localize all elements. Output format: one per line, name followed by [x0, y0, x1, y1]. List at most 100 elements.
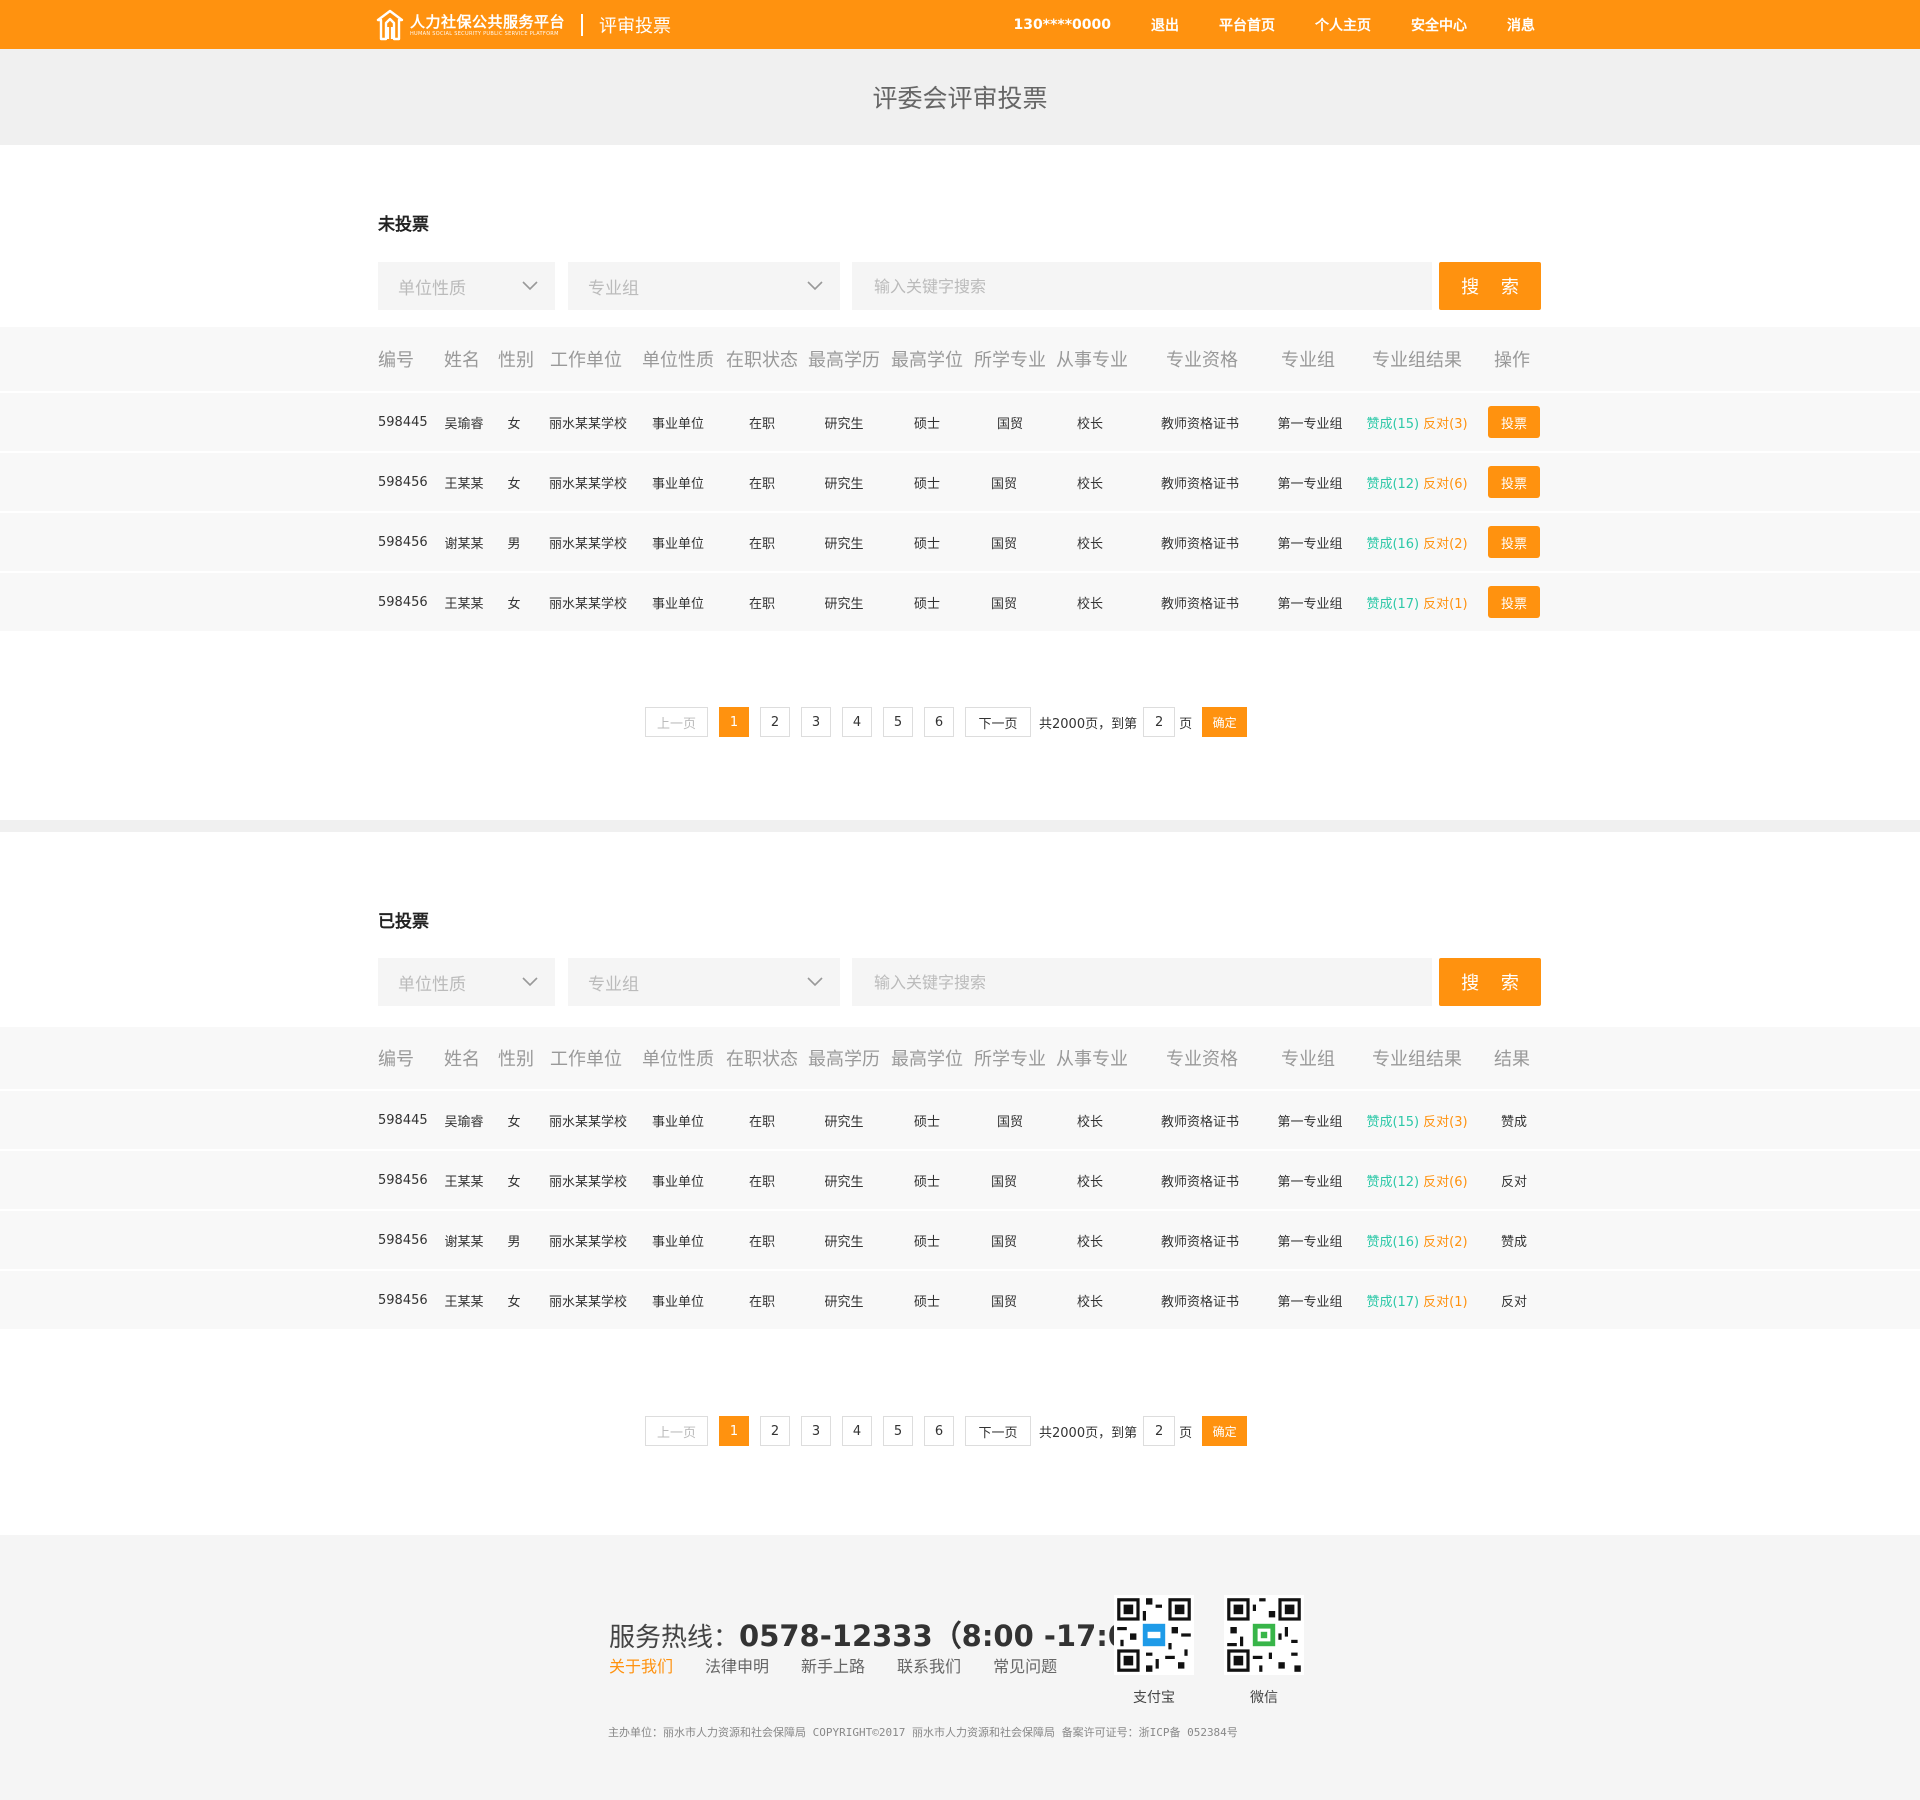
page-button[interactable]: 2 — [760, 1416, 790, 1446]
cell-education: 研究生 — [824, 1174, 864, 1190]
table-row: 598456 王某某 女 丽水某某学校 事业单位 在职 研究生 硕士 国贸 校长… — [0, 1151, 1920, 1211]
table-header: 编号 姓名 性别 工作单位 单位性质 在职状态 最高学历 最高学位 所学专业 从… — [0, 327, 1920, 393]
cell-name: 吴瑜睿 — [444, 1114, 484, 1130]
cell-name: 谢某某 — [444, 1234, 484, 1250]
table-row: 598456 王某某 女 丽水某某学校 事业单位 在职 研究生 硕士 国贸 校长… — [0, 573, 1920, 633]
vote-button[interactable]: 投票 — [1488, 586, 1540, 618]
vote-button[interactable]: 投票 — [1488, 526, 1540, 558]
col-id: 编号 — [378, 350, 414, 371]
col-education: 最高学历 — [808, 350, 880, 371]
cell-action: 投票 — [1486, 393, 1542, 451]
chevron-down-icon — [522, 977, 538, 987]
oppose-count: 反对(2) — [1423, 1234, 1468, 1250]
unvoted-pagination: 上一页 1 2 3 4 5 6 下一页 共2000页，到第 页 确定 — [645, 707, 1248, 737]
search-input[interactable] — [852, 262, 1432, 310]
page-button[interactable]: 4 — [842, 707, 872, 737]
cell-gender: 女 — [507, 596, 521, 612]
goto-page-input[interactable] — [1143, 707, 1176, 737]
page-button[interactable]: 3 — [801, 1416, 831, 1446]
brand[interactable]: 人力社保公共服务平台 HUMAN SOCIAL SECURITY PUBLIC … — [376, 8, 671, 42]
cell-degree: 硕士 — [913, 1294, 940, 1310]
unvoted-table: 编号 姓名 性别 工作单位 单位性质 在职状态 最高学历 最高学位 所学专业 从… — [0, 327, 1920, 633]
confirm-page-button[interactable]: 确定 — [1202, 1416, 1248, 1446]
col-group-result: 专业组结果 — [1372, 1049, 1462, 1070]
prev-page-button[interactable]: 上一页 — [645, 707, 708, 737]
cell-name: 王某某 — [444, 596, 484, 612]
nav-logout[interactable]: 退出 — [1151, 15, 1179, 35]
search-input[interactable] — [852, 958, 1432, 1006]
footer-link-about[interactable]: 关于我们 — [609, 1653, 673, 1677]
footer-link-legal[interactable]: 法律申明 — [705, 1653, 769, 1677]
table-row: 598445 吴瑜睿 女 丽水某某学校 事业单位 在职 研究生 硕士 国贸 校长… — [0, 393, 1920, 453]
cell-gender: 男 — [507, 536, 521, 552]
page-button[interactable]: 5 — [883, 707, 913, 737]
page-button[interactable]: 6 — [924, 1416, 954, 1446]
cell-group: 第一专业组 — [1277, 1114, 1343, 1130]
page-button[interactable]: 6 — [924, 707, 954, 737]
page-total-text: 共2000页，到第 — [1039, 716, 1138, 732]
vote-button[interactable]: 投票 — [1488, 406, 1540, 438]
page-button[interactable]: 1 — [719, 707, 749, 737]
col-result: 结果 — [1494, 1049, 1530, 1070]
footer-link-faq[interactable]: 常见问题 — [993, 1653, 1057, 1677]
nav-messages[interactable]: 消息 — [1507, 15, 1535, 35]
cell-unit-type: 事业单位 — [651, 416, 704, 432]
vote-button[interactable]: 投票 — [1488, 466, 1540, 498]
alipay-label: 支付宝 — [1133, 1690, 1175, 1706]
cell-action: 投票 — [1486, 573, 1542, 631]
cell-work-major: 校长 — [1076, 1174, 1103, 1190]
cell-major: 国贸 — [990, 536, 1017, 552]
footer: 服务热线：0578-12333（8:00 -17:00） 关于我们 法律申明 新… — [0, 1535, 1920, 1800]
col-gender: 性别 — [498, 1049, 534, 1070]
nav-security-center[interactable]: 安全中心 — [1411, 15, 1467, 35]
page-button[interactable]: 5 — [883, 1416, 913, 1446]
cell-degree: 硕士 — [913, 1234, 940, 1250]
cell-education: 研究生 — [824, 476, 864, 492]
cell-unit: 丽水某某学校 — [548, 1234, 627, 1250]
cell-status: 在职 — [748, 476, 775, 492]
table-row: 598456 王某某 女 丽水某某学校 事业单位 在职 研究生 硕士 国贸 校长… — [0, 1271, 1920, 1331]
oppose-count: 反对(6) — [1423, 476, 1468, 492]
nav-phone[interactable]: 130****0000 — [1014, 17, 1111, 33]
cell-work-major: 校长 — [1076, 1114, 1103, 1130]
cell-qualification: 教师资格证书 — [1160, 1174, 1239, 1190]
group-select[interactable]: 专业组 — [568, 262, 840, 310]
prev-page-button[interactable]: 上一页 — [645, 1416, 708, 1446]
group-select[interactable]: 专业组 — [568, 958, 840, 1006]
cell-group-result: 赞成(16) 反对(2) — [1362, 1211, 1472, 1269]
cell-group-result: 赞成(16) 反对(2) — [1362, 513, 1472, 571]
cell-major: 国贸 — [996, 416, 1023, 432]
cell-unit-type: 事业单位 — [651, 1294, 704, 1310]
cell-name: 王某某 — [444, 1174, 484, 1190]
unit-type-select[interactable]: 单位性质 — [378, 958, 555, 1006]
next-page-button[interactable]: 下一页 — [965, 707, 1031, 737]
search-button[interactable]: 搜 索 — [1439, 262, 1541, 310]
nav-personal-home[interactable]: 个人主页 — [1315, 15, 1371, 35]
col-gender: 性别 — [498, 350, 534, 371]
page-button[interactable]: 1 — [719, 1416, 749, 1446]
cell-unit-type: 事业单位 — [651, 1114, 704, 1130]
cell-gender: 女 — [507, 476, 521, 492]
footer-link-contact[interactable]: 联系我们 — [897, 1653, 961, 1677]
cell-major: 国贸 — [990, 476, 1017, 492]
search-button[interactable]: 搜 索 — [1439, 958, 1541, 1006]
cell-group: 第一专业组 — [1277, 1234, 1343, 1250]
unvoted-title: 未投票 — [378, 215, 429, 235]
unvoted-filters: 单位性质 专业组 搜 索 — [378, 262, 1541, 310]
cell-name: 王某某 — [444, 1294, 484, 1310]
page-button[interactable]: 4 — [842, 1416, 872, 1446]
confirm-page-button[interactable]: 确定 — [1202, 707, 1248, 737]
cell-unit: 丽水某某学校 — [548, 1294, 627, 1310]
page-button[interactable]: 2 — [760, 707, 790, 737]
col-group-result: 专业组结果 — [1372, 350, 1462, 371]
unit-type-select[interactable]: 单位性质 — [378, 262, 555, 310]
cell-group: 第一专业组 — [1277, 1294, 1343, 1310]
footer-link-beginner[interactable]: 新手上路 — [801, 1653, 865, 1677]
page-button[interactable]: 3 — [801, 707, 831, 737]
next-page-button[interactable]: 下一页 — [965, 1416, 1031, 1446]
goto-page-input[interactable] — [1143, 1416, 1176, 1446]
nav-platform-home[interactable]: 平台首页 — [1219, 15, 1275, 35]
cell-education: 研究生 — [824, 1234, 864, 1250]
cell-id: 598445 — [378, 1112, 428, 1128]
cell-gender: 男 — [507, 1234, 521, 1250]
